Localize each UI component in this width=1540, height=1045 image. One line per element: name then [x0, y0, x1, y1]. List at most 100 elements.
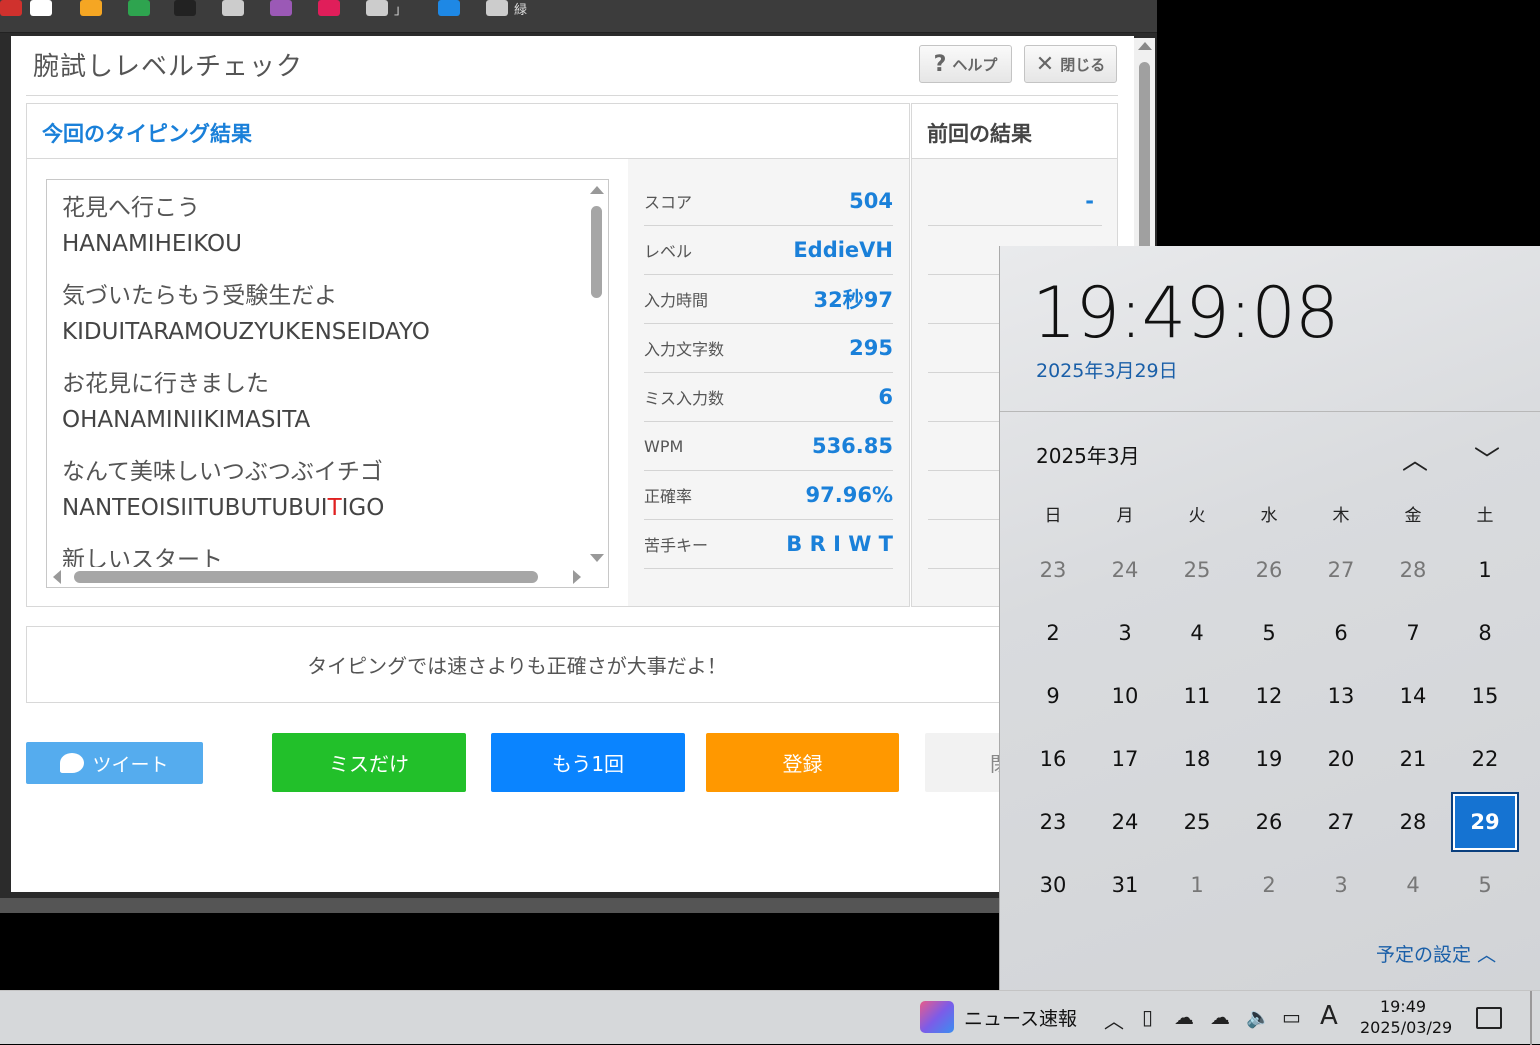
- bookmark-item[interactable]: [0, 0, 28, 16]
- scroll-down-arrow-icon[interactable]: [590, 554, 604, 562]
- calendar-day[interactable]: 26: [1235, 792, 1303, 852]
- scroll-up-arrow-icon[interactable]: [590, 186, 604, 194]
- advice-message: タイピングでは速さよりも正確さが大事だよ！: [307, 654, 727, 678]
- stat-value: EddieVH: [793, 238, 893, 262]
- calendar-day[interactable]: 6: [1307, 603, 1375, 663]
- calendar-day[interactable]: 31: [1091, 855, 1159, 915]
- romaji-miss-char: T: [327, 495, 342, 521]
- onedrive-offline-icon[interactable]: ☁: [1174, 1005, 1194, 1029]
- typed-text-list[interactable]: 花見へ行こう HANAMIHEIKOU 気づいたらもう受験生だよ KIDUITARAM…: [46, 179, 609, 588]
- weekday-header: 水: [1260, 506, 1278, 526]
- calendar-day[interactable]: 7: [1379, 603, 1447, 663]
- notification-center-icon[interactable]: [1476, 1007, 1502, 1029]
- news-widget[interactable]: ニュース速報: [920, 1001, 1077, 1033]
- calendar-day[interactable]: 28: [1379, 540, 1447, 600]
- calendar-day[interactable]: 11: [1163, 666, 1231, 726]
- calendar-day[interactable]: 24: [1091, 792, 1159, 852]
- stat-value: 295: [849, 336, 893, 360]
- calendar-day[interactable]: 1: [1451, 540, 1519, 600]
- weekday-header: 木: [1332, 506, 1350, 526]
- scroll-thumb[interactable]: [1139, 62, 1150, 272]
- calendar-day[interactable]: 3: [1307, 855, 1375, 915]
- ime-indicator[interactable]: A: [1320, 1001, 1338, 1031]
- clock-date-link[interactable]: 2025年3月29日: [1036, 356, 1178, 383]
- bookmark-item[interactable]: [128, 0, 156, 16]
- previous-stat-row: -: [928, 177, 1102, 226]
- retry-button[interactable]: もう1回: [491, 733, 685, 792]
- bookmark-item[interactable]: [222, 0, 250, 16]
- month-label[interactable]: 2025年3月: [1036, 440, 1140, 469]
- schedule-settings-link[interactable]: 予定の設定 ︿: [1376, 940, 1496, 967]
- bookmark-item[interactable]: 緑: [486, 0, 527, 18]
- close-button[interactable]: ✕ 閉じる: [1024, 45, 1117, 83]
- tweet-button[interactable]: ツイート: [26, 742, 203, 784]
- calendar-day[interactable]: 27: [1307, 792, 1375, 852]
- calendar-day[interactable]: 26: [1235, 540, 1303, 600]
- calendar-day[interactable]: 15: [1451, 666, 1519, 726]
- japanese-text: お花見に行きました: [62, 371, 269, 397]
- bookmark-item[interactable]: [174, 0, 202, 16]
- miss-only-button[interactable]: ミスだけ: [272, 733, 466, 792]
- network-icon[interactable]: ▭: [1282, 1005, 1301, 1029]
- show-hidden-icons-chevron-icon[interactable]: ︿: [1104, 1005, 1124, 1034]
- calendar-day[interactable]: 25: [1163, 540, 1231, 600]
- onedrive-icon[interactable]: ☁: [1210, 1005, 1230, 1029]
- chevron-up-icon[interactable]: ︿: [1402, 440, 1428, 477]
- calendar-day[interactable]: 13: [1307, 666, 1375, 726]
- chevron-down-icon[interactable]: ﹀: [1474, 440, 1500, 477]
- calendar-day[interactable]: 16: [1019, 729, 1087, 789]
- calendar-day-selected[interactable]: 29: [1451, 792, 1519, 852]
- calendar-day[interactable]: 1: [1163, 855, 1231, 915]
- scroll-thumb[interactable]: [591, 206, 602, 298]
- modal-title: 腕試しレベルチェック: [33, 52, 304, 82]
- bookmark-item[interactable]: [270, 0, 298, 16]
- calendar-day[interactable]: 12: [1235, 666, 1303, 726]
- calendar-day[interactable]: 27: [1307, 540, 1375, 600]
- calendar-day[interactable]: 4: [1163, 603, 1231, 663]
- scroll-left-arrow-icon[interactable]: [53, 570, 61, 584]
- calendar-day[interactable]: 20: [1307, 729, 1375, 789]
- calendar-day[interactable]: 5: [1235, 603, 1303, 663]
- calendar-day[interactable]: 3: [1091, 603, 1159, 663]
- calendar-day[interactable]: 22: [1451, 729, 1519, 789]
- calendar-day[interactable]: 30: [1019, 855, 1087, 915]
- close-label: 閉じる: [1060, 55, 1106, 74]
- previous-stat-value: -: [1085, 189, 1094, 213]
- calendar-day[interactable]: 21: [1379, 729, 1447, 789]
- news-label: ニュース速報: [964, 1007, 1078, 1030]
- calendar-day[interactable]: 25: [1163, 792, 1231, 852]
- calendar-day[interactable]: 23: [1019, 540, 1087, 600]
- show-desktop-edge[interactable]: [1530, 991, 1532, 1045]
- bookmark-item[interactable]: 」: [366, 0, 407, 18]
- bookmark-item[interactable]: [30, 0, 58, 16]
- calendar-day[interactable]: 8: [1451, 603, 1519, 663]
- calendar-day[interactable]: 4: [1379, 855, 1447, 915]
- calendar-day[interactable]: 5: [1451, 855, 1519, 915]
- bookmark-item[interactable]: [318, 0, 346, 16]
- meet-now-icon[interactable]: ▯: [1142, 1005, 1153, 1029]
- text-list-vscrollbar[interactable]: [586, 180, 608, 568]
- calendar-day[interactable]: 2: [1019, 603, 1087, 663]
- scroll-right-arrow-icon[interactable]: [573, 570, 581, 584]
- register-button[interactable]: 登録: [706, 733, 899, 792]
- scroll-thumb[interactable]: [74, 571, 538, 583]
- text-list-hscrollbar[interactable]: [47, 567, 587, 587]
- calendar-day[interactable]: 19: [1235, 729, 1303, 789]
- calendar-day[interactable]: 14: [1379, 666, 1447, 726]
- bookmark-item[interactable]: [80, 0, 108, 16]
- calendar-day[interactable]: 2: [1235, 855, 1303, 915]
- close-bottom-button[interactable]: 閉: [925, 733, 1010, 792]
- calendar-day[interactable]: 28: [1379, 792, 1447, 852]
- clock-calendar-flyout: 19:49:08 2025年3月29日 2025年3月 ︿ ﹀ 日 月 火 水 木 金 土 2…: [999, 246, 1540, 990]
- help-button[interactable]: ? ヘルプ: [919, 45, 1012, 83]
- taskbar-clock[interactable]: 19:49 2025/03/29: [1360, 996, 1452, 1038]
- scroll-up-arrow-icon[interactable]: [1138, 42, 1152, 50]
- calendar-day[interactable]: 23: [1019, 792, 1087, 852]
- volume-icon[interactable]: 🔈: [1246, 1005, 1271, 1029]
- bookmark-item[interactable]: [438, 0, 466, 16]
- calendar-day[interactable]: 10: [1091, 666, 1159, 726]
- calendar-day[interactable]: 18: [1163, 729, 1231, 789]
- calendar-day[interactable]: 9: [1019, 666, 1087, 726]
- calendar-day[interactable]: 17: [1091, 729, 1159, 789]
- calendar-day[interactable]: 24: [1091, 540, 1159, 600]
